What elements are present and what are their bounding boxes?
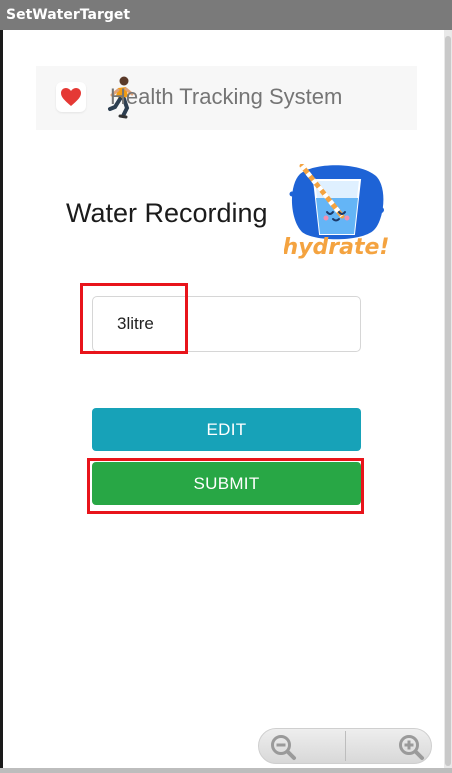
window-edge xyxy=(0,0,3,773)
submit-button[interactable]: SUBMIT xyxy=(92,462,361,505)
app-window: SetWaterTarget Health Tracking System Wa… xyxy=(0,0,452,773)
zoom-out-icon[interactable] xyxy=(269,733,297,761)
app-title: Health Tracking System xyxy=(110,84,343,109)
edit-button[interactable]: EDIT xyxy=(92,408,361,451)
window-bottom-edge xyxy=(0,768,452,773)
scrollbar-thumb[interactable] xyxy=(445,36,451,766)
zoom-divider xyxy=(345,731,346,761)
zoom-controls xyxy=(258,728,432,764)
heart-icon xyxy=(56,82,86,112)
zoom-in-icon[interactable] xyxy=(397,733,425,761)
water-glass-icon: hydrate! xyxy=(284,164,388,260)
illustration-caption: hydrate! xyxy=(284,235,388,260)
window-title: SetWaterTarget xyxy=(0,0,452,30)
app-header: Health Tracking System xyxy=(36,66,417,130)
page-title: Water Recording xyxy=(66,198,268,228)
water-amount-input[interactable] xyxy=(92,296,361,352)
